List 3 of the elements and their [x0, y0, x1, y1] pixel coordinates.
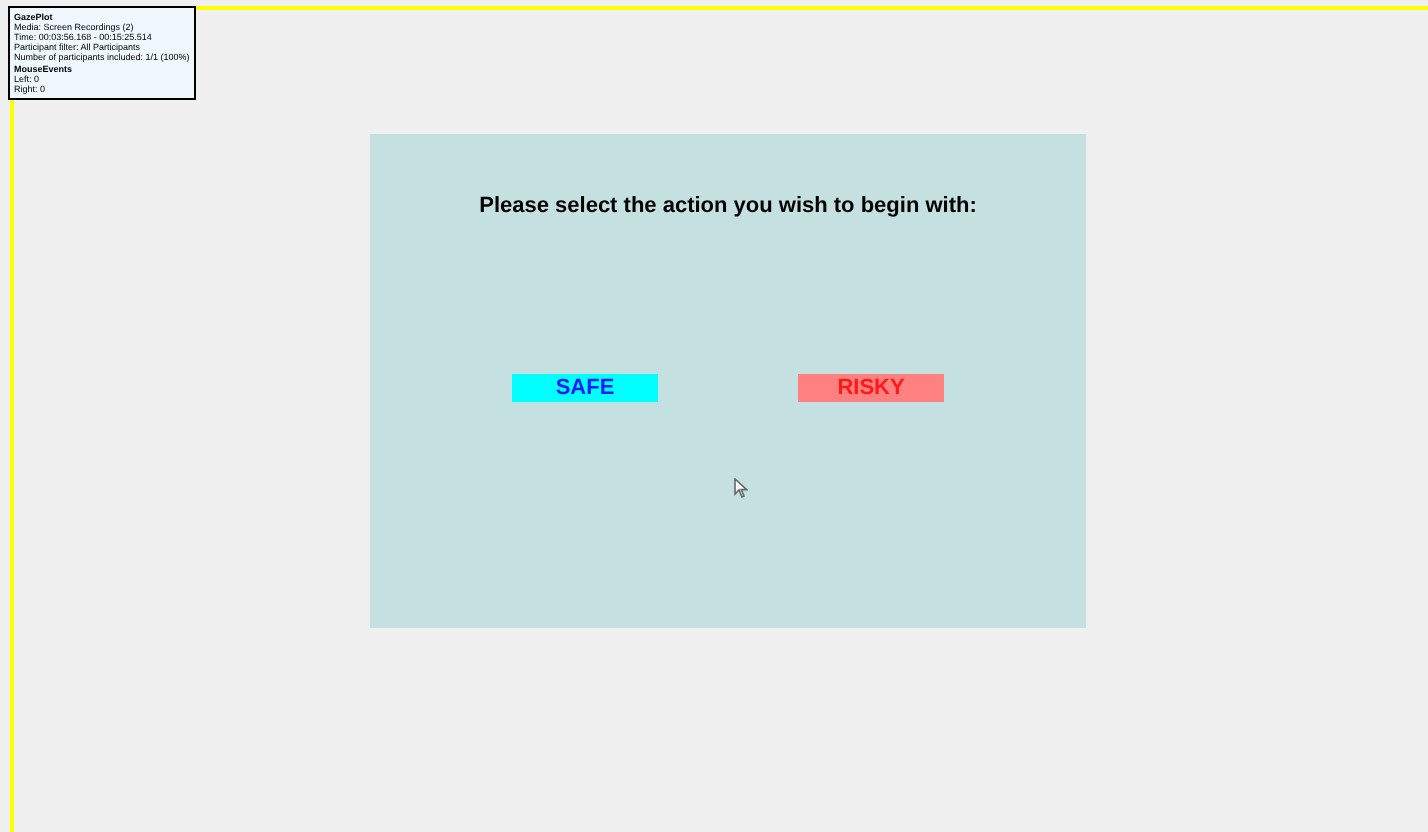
prompt-text: Please select the action you wish to begin with:	[479, 192, 977, 222]
cursor-icon	[733, 477, 747, 497]
option-button[interactable]: SAFE	[512, 373, 658, 401]
